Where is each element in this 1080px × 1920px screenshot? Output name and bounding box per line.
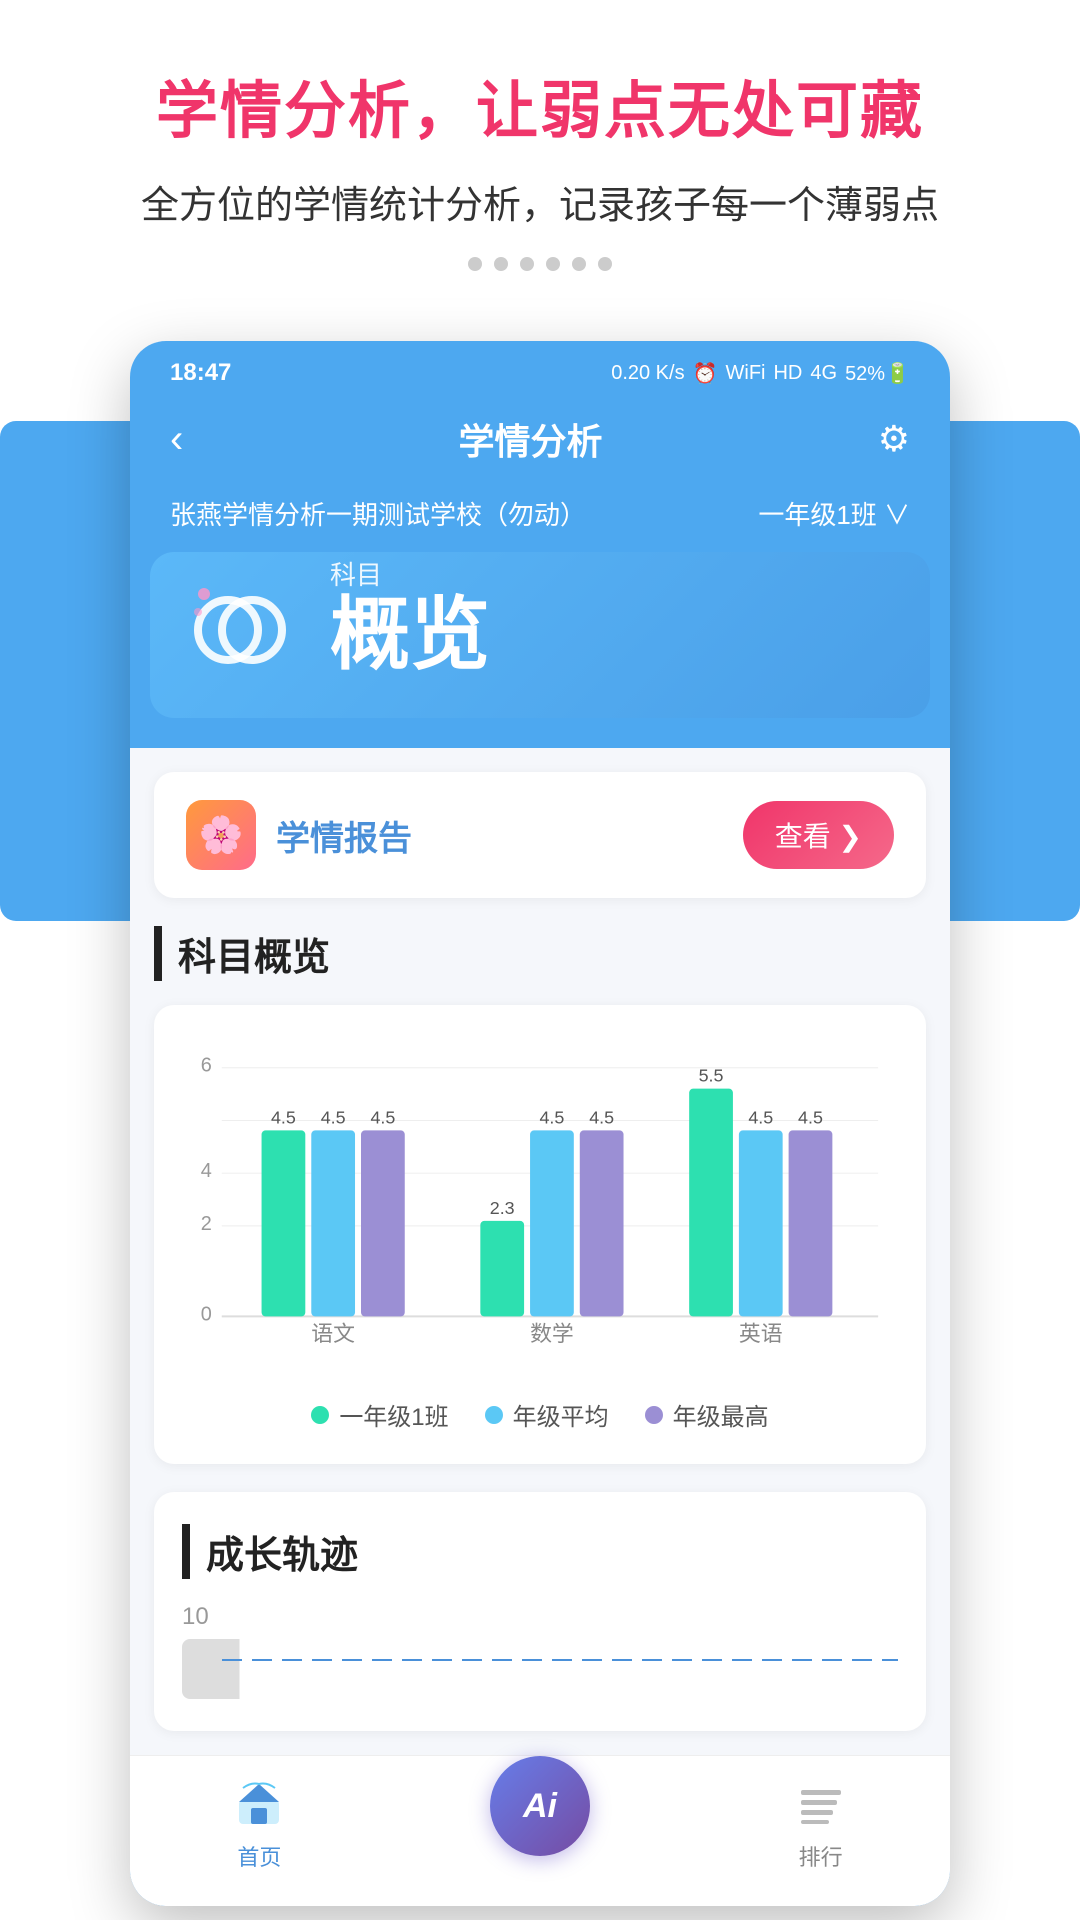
svg-text:4.5: 4.5 (321, 1107, 346, 1127)
nav-rank[interactable]: 排行 (793, 1776, 849, 1876)
legend-dot-max (645, 1406, 663, 1424)
marketing-subtitle: 全方位的学情统计分析，记录孩子每一个薄弱点 (40, 174, 1040, 229)
signal-icon: 4G (810, 362, 837, 385)
back-button[interactable]: ‹ (170, 417, 183, 462)
report-card: 🌸 学情报告 查看 ❯ (154, 772, 926, 898)
home-svg-icon (235, 1780, 283, 1828)
wifi-icon: WiFi (726, 362, 766, 385)
svg-text:语文: 语文 (311, 1321, 355, 1346)
chart-container: 6 4 2 0 4.5 (154, 1005, 926, 1464)
report-left: 🌸 学情报告 (186, 800, 412, 870)
nav-ai[interactable]: Ai (490, 1756, 590, 1856)
svg-text:数学: 数学 (530, 1321, 574, 1346)
legend-avg-label: 年级平均 (513, 1397, 609, 1432)
svg-text:6: 6 (201, 1055, 212, 1077)
legend-max: 年级最高 (645, 1397, 769, 1432)
shuxue-class1-bar (480, 1221, 524, 1316)
growth-section: 成长轨迹 10 (154, 1492, 926, 1731)
view-report-button[interactable]: 查看 ❯ (743, 801, 894, 869)
home-icon (231, 1776, 287, 1832)
yuwen-avg-bar (311, 1130, 355, 1316)
yuwen-max-bar (361, 1130, 405, 1316)
dot-2 (494, 257, 508, 271)
growth-chart-partial (182, 1639, 898, 1699)
rank-icon (793, 1776, 849, 1832)
tab-area: 科目 概览 (130, 552, 950, 748)
chart-svg: 6 4 2 0 4.5 (182, 1037, 898, 1377)
shuxue-max-bar (580, 1130, 624, 1316)
home-label: 首页 (237, 1840, 281, 1872)
svg-text:2.3: 2.3 (490, 1198, 515, 1218)
dot-4 (546, 257, 560, 271)
hd-icon: HD (773, 362, 802, 385)
page-title: 学情分析 (459, 413, 603, 465)
svg-text:4.5: 4.5 (539, 1107, 564, 1127)
subject-overview-title: 科目概览 (154, 926, 926, 981)
rank-label: 排行 (799, 1840, 843, 1872)
yingyu-avg-bar (739, 1130, 783, 1316)
legend-dot-avg (485, 1406, 503, 1424)
legend-avg: 年级平均 (485, 1397, 609, 1432)
tab-small-label: 科目 (330, 555, 382, 592)
alarm-icon: ⏰ (693, 361, 718, 386)
tab-card[interactable]: 科目 概览 (150, 552, 930, 718)
svg-text:2: 2 (201, 1213, 212, 1235)
growth-title: 成长轨迹 (182, 1524, 898, 1579)
svg-text:0: 0 (201, 1303, 212, 1325)
dot-5 (572, 257, 586, 271)
bar-chart: 6 4 2 0 4.5 (182, 1037, 898, 1377)
svg-text:4.5: 4.5 (370, 1107, 395, 1127)
rank-svg-icon (797, 1780, 845, 1828)
legend-max-label: 年级最高 (673, 1397, 769, 1432)
class-selector[interactable]: 一年级1班 ∨ (758, 495, 910, 532)
svg-text:4.5: 4.5 (589, 1107, 614, 1127)
subject-overview-section: 科目概览 6 (154, 926, 926, 1464)
svg-text:4.5: 4.5 (748, 1107, 773, 1127)
legend-class1-label: 一年级1班 (339, 1397, 448, 1432)
svg-text:4: 4 (201, 1160, 212, 1182)
phone-screen: 18:47 0.20 K/s ⏰ WiFi HD 4G 52%🔋 ‹ 学情分析 … (130, 341, 950, 1906)
main-content: 🌸 学情报告 查看 ❯ 科目概览 (130, 748, 950, 1755)
dot-6 (598, 257, 612, 271)
yuwen-class1-bar (262, 1130, 306, 1316)
bottom-nav: 首页 Ai (130, 1755, 950, 1906)
nav-home[interactable]: 首页 (231, 1776, 287, 1876)
svg-text:4.5: 4.5 (798, 1107, 823, 1127)
marketing-title: 学情分析，让弱点无处可藏 (40, 60, 1040, 150)
growth-y-label: 10 (182, 1603, 898, 1631)
nav-bar: ‹ 学情分析 ⚙ (130, 397, 950, 485)
school-name: 张燕学情分析一期测试学校（勿动） (170, 495, 586, 532)
battery-icon: 52%🔋 (845, 361, 910, 386)
legend-class1: 一年级1班 (311, 1397, 448, 1432)
marketing-section: 学情分析，让弱点无处可藏 全方位的学情统计分析，记录孩子每一个薄弱点 (0, 0, 1080, 341)
settings-icon[interactable]: ⚙ (878, 418, 910, 460)
dot-3 (520, 257, 534, 271)
chart-legend: 一年级1班 年级平均 年级最高 (182, 1397, 898, 1432)
yingyu-max-bar (789, 1130, 833, 1316)
shuxue-avg-bar (530, 1130, 574, 1316)
yingyu-class1-bar (689, 1089, 733, 1317)
report-icon: 🌸 (186, 800, 256, 870)
svg-text:4.5: 4.5 (271, 1107, 296, 1127)
svg-text:5.5: 5.5 (699, 1066, 724, 1086)
dots-row (40, 257, 1040, 271)
ai-label: Ai (523, 1787, 557, 1826)
tab-large-label: 概览 (330, 595, 890, 675)
legend-dot-class1 (311, 1406, 329, 1424)
ai-button[interactable]: Ai (490, 1756, 590, 1856)
status-speed: 0.20 K/s (611, 362, 684, 385)
status-bar: 18:47 0.20 K/s ⏰ WiFi HD 4G 52%🔋 (130, 341, 950, 397)
school-bar: 张燕学情分析一期测试学校（勿动） 一年级1班 ∨ (130, 485, 950, 552)
status-icons: 0.20 K/s ⏰ WiFi HD 4G 52%🔋 (611, 361, 910, 386)
svg-text:英语: 英语 (739, 1321, 783, 1346)
dot-1 (468, 257, 482, 271)
report-title: 学情报告 (276, 811, 412, 860)
status-time: 18:47 (170, 359, 231, 387)
